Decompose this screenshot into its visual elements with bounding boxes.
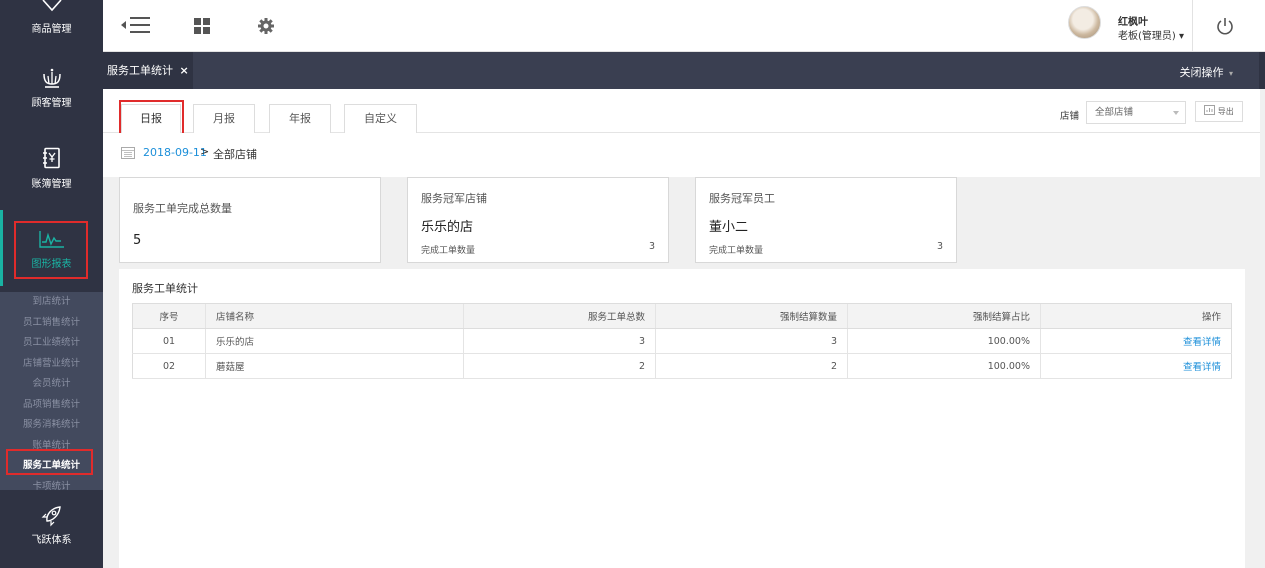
card-value: 5	[133, 233, 142, 248]
card-foot-label: 完成工单数量	[421, 246, 476, 256]
breadcrumb-separator: >	[200, 145, 210, 158]
submenu-item-cards[interactable]: 卡项统计	[0, 477, 103, 498]
tab-label: 服务工单统计	[107, 64, 173, 77]
table-cell: 100.00%	[847, 353, 1041, 379]
close-icon[interactable]: ×	[180, 64, 189, 77]
breadcrumb-date[interactable]: 2018-09-11	[143, 146, 207, 159]
close-operations-label: 关闭操作	[1179, 66, 1224, 79]
tab-service-orders[interactable]: 服务工单统计 ×	[103, 52, 193, 89]
tab-bar-edge	[1259, 52, 1265, 89]
submenu-item-staff-performance[interactable]: 员工业绩统计	[0, 333, 103, 354]
column-header: 序号	[132, 303, 206, 329]
power-icon[interactable]	[1216, 17, 1234, 35]
card-value: 乐乐的店	[421, 220, 474, 235]
table-cell: 3	[463, 328, 656, 354]
nav-charts-highlight	[14, 221, 88, 279]
submenu-item-store-revenue[interactable]: 店铺营业统计	[0, 354, 103, 375]
gear-icon[interactable]	[257, 17, 275, 35]
column-header: 服务工单总数	[463, 303, 656, 329]
tab-custom[interactable]: 自定义	[344, 104, 417, 133]
column-header: 强制结算占比	[847, 303, 1041, 329]
calendar-icon	[121, 147, 135, 159]
view-details-link[interactable]: 查看详情	[1183, 337, 1221, 348]
export-label: 导出	[1217, 107, 1234, 116]
tag-icon	[41, 0, 62, 12]
column-header: 店铺名称	[205, 303, 464, 329]
submenu-item-visits[interactable]: 到店统计	[0, 292, 103, 313]
menu-collapse-icon[interactable]	[121, 16, 151, 34]
sidebar: 商品管理 顾客管理 账簿管理 图形报表 到店统计 员工销售统计 员工业绩统计 店…	[0, 0, 103, 568]
card-value: 董小二	[709, 220, 749, 235]
breadcrumb: 2018-09-11 > 全部店铺	[103, 133, 1260, 177]
column-header: 强制结算数量	[655, 303, 848, 329]
nav-customers-label: 顾客管理	[31, 98, 72, 109]
card-top-staff: 服务冠军员工 董小二 完成工单数量 3	[695, 177, 957, 263]
store-filter-label: 店铺	[1060, 111, 1080, 122]
user-role-dropdown[interactable]: 老板(管理员) ▾	[1118, 27, 1184, 42]
submenu-item-staff-sales[interactable]: 员工销售统计	[0, 313, 103, 334]
chevron-down-icon: ▾	[1228, 69, 1233, 78]
nav-ledger-label: 账簿管理	[31, 179, 72, 190]
nav-goods-label: 商品管理	[31, 24, 72, 35]
nav-goods[interactable]: 商品管理	[0, 0, 103, 35]
view-details-link[interactable]: 查看详情	[1183, 362, 1221, 373]
rocket-icon	[41, 506, 61, 527]
ledger-icon	[42, 147, 60, 169]
submenu-highlight	[6, 449, 93, 475]
report-title: 服务工单统计	[132, 282, 198, 295]
top-bar: 红枫叶 老板(管理员) ▾	[103, 0, 1265, 52]
tab-yearly[interactable]: 年报	[269, 104, 331, 133]
card-total-orders: 服务工单完成总数量 5	[119, 177, 381, 263]
table-cell: 乐乐的店	[205, 328, 464, 354]
nav-ledger[interactable]: 账簿管理	[0, 147, 103, 190]
user-name[interactable]: 红枫叶	[1118, 13, 1148, 28]
page-tab-bar: 服务工单统计 × 关闭操作 ▾	[103, 52, 1265, 89]
store-select-value: 全部店铺	[1095, 107, 1134, 118]
card-foot-value: 3	[936, 241, 943, 252]
column-header: 操作	[1040, 303, 1232, 329]
export-button[interactable]: 导出	[1195, 101, 1243, 122]
card-title: 服务冠军店铺	[421, 192, 487, 205]
grid-icon[interactable]	[194, 18, 210, 34]
table-cell: 2	[655, 353, 848, 379]
table-cell: 3	[655, 328, 848, 354]
table-cell: 01	[132, 328, 206, 354]
main-content: 日报 月报 年报 自定义 店铺 全部店铺 导出 2018-09-11 > 全部店…	[103, 89, 1265, 568]
nav-leap-label: 飞跃体系	[31, 535, 72, 546]
divider	[1192, 0, 1193, 52]
breadcrumb-store: 全部店铺	[213, 148, 257, 161]
export-icon	[1204, 105, 1216, 115]
submenu-item-item-sales[interactable]: 品项销售统计	[0, 395, 103, 416]
table-cell: 02	[132, 353, 206, 379]
table-cell: 100.00%	[847, 328, 1041, 354]
store-select[interactable]: 全部店铺	[1086, 101, 1186, 124]
avatar[interactable]	[1068, 6, 1101, 39]
report-table: 序号 店铺名称 服务工单总数 强制结算数量 强制结算占比 操作 01 乐乐的店 …	[132, 303, 1232, 379]
table-row: 02 蘑菇屋 2 2 100.00% 查看详情	[132, 353, 1232, 379]
nav-customers[interactable]: 顾客管理	[0, 68, 103, 109]
card-foot-label: 完成工单数量	[709, 246, 764, 256]
table-cell: 2	[463, 353, 656, 379]
period-filter-bar: 日报 月报 年报 自定义 店铺 全部店铺 导出	[103, 89, 1260, 138]
report-panel: 服务工单统计 序号 店铺名称 服务工单总数 强制结算数量 强制结算占比 操作 0…	[119, 269, 1245, 568]
card-title: 服务工单完成总数量	[133, 202, 232, 215]
table-cell: 蘑菇屋	[205, 353, 464, 379]
submenu-item-members[interactable]: 会员统计	[0, 374, 103, 395]
crown-icon	[42, 68, 61, 88]
submenu-item-service-consumption[interactable]: 服务消耗统计	[0, 415, 103, 436]
table-row: 01 乐乐的店 3 3 100.00% 查看详情	[132, 328, 1232, 354]
table-header-row: 序号 店铺名称 服务工单总数 强制结算数量 强制结算占比 操作	[132, 303, 1232, 329]
chevron-down-icon	[1173, 111, 1179, 115]
card-foot-value: 3	[648, 241, 655, 252]
card-top-store: 服务冠军店铺 乐乐的店 完成工单数量 3	[407, 177, 669, 263]
tab-monthly[interactable]: 月报	[193, 104, 255, 133]
nav-leap[interactable]: 飞跃体系	[0, 505, 103, 546]
card-title: 服务冠军员工	[709, 192, 775, 205]
